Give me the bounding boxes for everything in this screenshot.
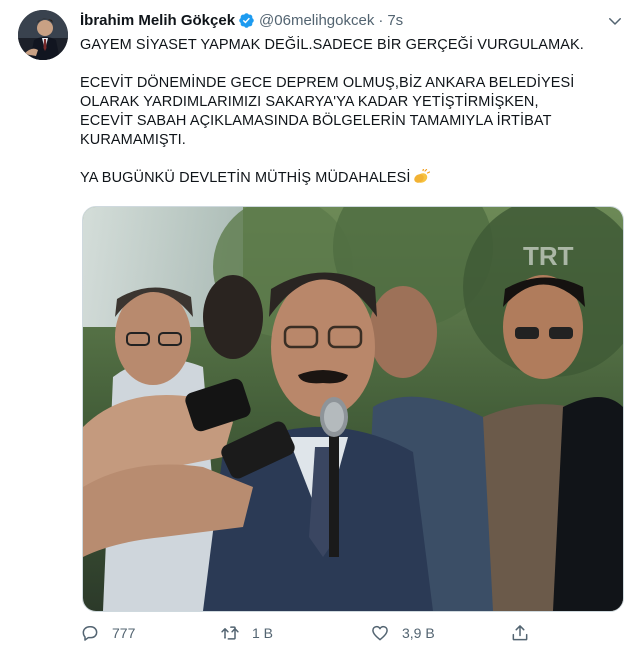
video-watermark: TRT (523, 241, 574, 271)
clapping-hands-icon (412, 168, 430, 185)
tweet-header: İbrahim Melih Gökçek @06melihgokcek · 7s (80, 10, 403, 30)
video-frame-image: TRT (83, 207, 623, 611)
like-button[interactable]: 3,9 B (370, 620, 435, 646)
like-count: 3,9 B (402, 625, 435, 641)
avatar[interactable] (18, 10, 68, 60)
more-options-icon[interactable] (606, 12, 624, 30)
tweet-line: ECEVİT DÖNEMİNDE GECE DEPREM OLMUŞ,BİZ A… (80, 75, 575, 91)
tweet-line: GAYEM SİYASET YAPMAK DEĞİL.SADECE BİR GE… (80, 37, 584, 53)
tweet-line: YA BUGÜNKÜ DEVLETİN MÜTHİŞ MÜDAHALESİ (80, 170, 411, 186)
reply-icon (82, 626, 98, 641)
author-name[interactable]: İbrahim Melih Gökçek (80, 12, 235, 29)
tweet[interactable]: İbrahim Melih Gökçek @06melihgokcek · 7s… (0, 0, 640, 658)
tweet-line: ECEVİT SABAH AÇIKLAMASINDA BÖLGELERİN TA… (80, 113, 552, 129)
share-button[interactable] (510, 620, 542, 646)
tweet-line-last: YA BUGÜNKÜ DEVLETİN MÜTHİŞ MÜDAHALESİ (80, 168, 620, 188)
retweet-button[interactable]: 1 B (220, 620, 273, 646)
tweet-actions: 777 1 B 3,9 B (80, 620, 620, 646)
retweet-icon (221, 626, 239, 640)
tweet-line: OLARAK YARDIMLARIMIZI SAKARYA'YA KADAR Y… (80, 94, 539, 110)
reply-count: 777 (112, 625, 136, 641)
tweet-video[interactable]: TRT (82, 206, 624, 612)
reply-button[interactable]: 777 (80, 620, 135, 646)
avatar-image (18, 10, 68, 60)
tweet-text: GAYEM SİYASET YAPMAK DEĞİL.SADECE BİR GE… (80, 36, 620, 188)
separator-dot: · (378, 11, 384, 29)
author-handle[interactable]: @06melihgokcek (259, 12, 374, 29)
retweet-count: 1 B (252, 625, 274, 641)
share-icon (512, 625, 528, 641)
tweet-timestamp[interactable]: 7s (387, 12, 403, 29)
verified-badge-icon (238, 12, 255, 29)
heart-icon (372, 625, 388, 641)
tweet-line: KURAMAMIŞTI. (80, 132, 186, 148)
